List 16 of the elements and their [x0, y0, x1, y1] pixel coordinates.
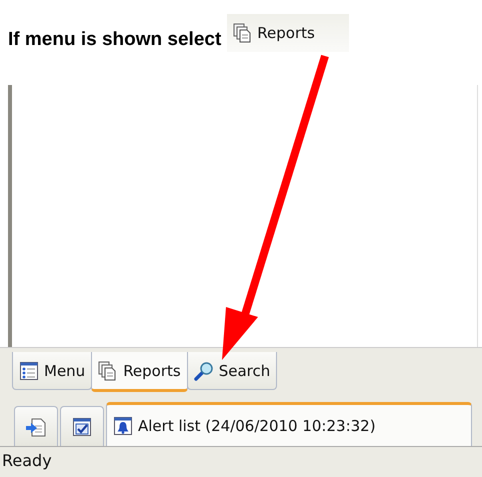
icon-tab[interactable]: [14, 406, 58, 446]
documents-icon: [98, 360, 118, 380]
tab[interactable]: Search: [186, 352, 278, 390]
documents-icon: [233, 23, 254, 43]
icon-tab[interactable]: [60, 406, 104, 446]
tab[interactable]: Alert list (24/06/2010 10:23:32): [106, 402, 472, 446]
import-document-icon: [25, 416, 47, 436]
list-window-icon: [19, 360, 39, 380]
instruction-text: If menu is shown select: [8, 29, 222, 51]
tab-snapshot: Reports: [227, 14, 350, 52]
tab[interactable]: Reports: [91, 352, 188, 392]
bell-window-icon: [113, 416, 133, 436]
tab[interactable]: Menu: [12, 352, 92, 390]
search-icon: [194, 360, 214, 380]
status-text: Ready: [2, 451, 52, 470]
checkbox-window-icon: [72, 416, 92, 436]
